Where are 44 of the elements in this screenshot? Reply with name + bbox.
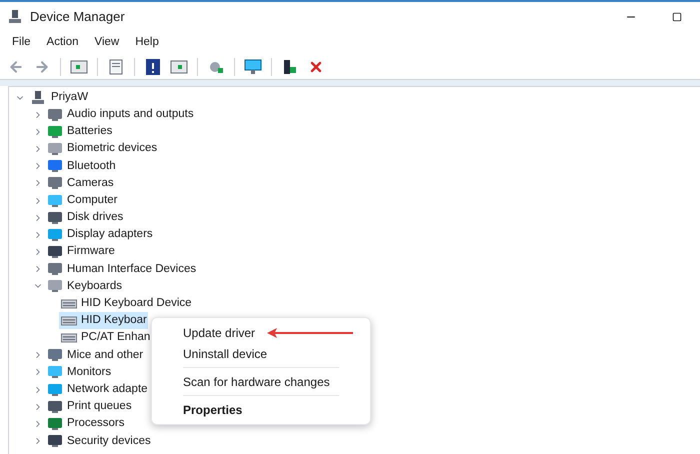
tree-item[interactable]: HID Keyboar — [59, 312, 148, 330]
help-icon — [146, 58, 160, 74]
context-menu-item[interactable]: Properties — [183, 400, 242, 418]
window-title: Device Manager — [30, 8, 125, 26]
document-icon — [109, 58, 123, 74]
context-menu-item[interactable]: Update driver — [183, 324, 256, 342]
menu-item[interactable]: Help — [135, 34, 159, 52]
context-menu-item[interactable]: Uninstall device — [183, 344, 268, 362]
tree-item[interactable]: Display adapters — [67, 226, 153, 244]
tree-item[interactable]: Print queues — [67, 398, 132, 416]
tree-item[interactable]: Batteries — [67, 123, 112, 140]
tree-item-label: HID Keyboard Device — [81, 296, 192, 312]
maximize-icon — [672, 12, 682, 22]
menu-item[interactable]: Action — [46, 34, 78, 52]
monitor-icon — [244, 58, 262, 74]
tree-item[interactable]: Cameras — [67, 174, 114, 192]
menu-item[interactable]: View — [94, 34, 120, 52]
tree-item[interactable]: Security devices — [67, 432, 151, 450]
tree-item[interactable]: Bluetooth — [67, 158, 116, 175]
tree-item[interactable]: Human Interface Devices — [67, 260, 196, 278]
tree-item[interactable]: Biometric devices — [67, 140, 158, 158]
computer-icon — [31, 90, 45, 104]
tree-item-label: PC/AT Enhan — [81, 330, 150, 346]
tree-item[interactable]: Processors — [67, 415, 125, 433]
tree-item[interactable]: Monitors — [67, 364, 112, 382]
tree-item[interactable]: Disk drives — [67, 209, 124, 226]
keyboard-icon — [61, 316, 77, 326]
pane-icon — [170, 60, 188, 74]
tree-item[interactable]: Firmware — [67, 243, 115, 261]
tree-item[interactable]: Mice and other — [67, 346, 144, 364]
tree-item-label: HID Keyboar — [81, 313, 147, 328]
context-menu-item[interactable]: Scan for hardware changes — [183, 372, 330, 390]
computer-icon — [8, 10, 22, 24]
tree-item[interactable]: PC/AT Enhan — [59, 329, 152, 347]
tree-item[interactable]: PriyaW — [51, 88, 88, 106]
tree-item[interactable]: Network adapte — [67, 380, 148, 398]
menu-item[interactable]: File — [12, 34, 31, 52]
tree-item[interactable]: Keyboards — [67, 278, 122, 296]
tree-item[interactable]: HID Keyboard Device — [59, 295, 193, 312]
keyboard-icon — [61, 298, 77, 309]
tree-item[interactable]: Computer — [67, 192, 118, 210]
keyboard-icon — [61, 333, 77, 344]
pane-icon — [70, 60, 88, 74]
tree-item[interactable]: Audio inputs and outputs — [67, 106, 194, 124]
